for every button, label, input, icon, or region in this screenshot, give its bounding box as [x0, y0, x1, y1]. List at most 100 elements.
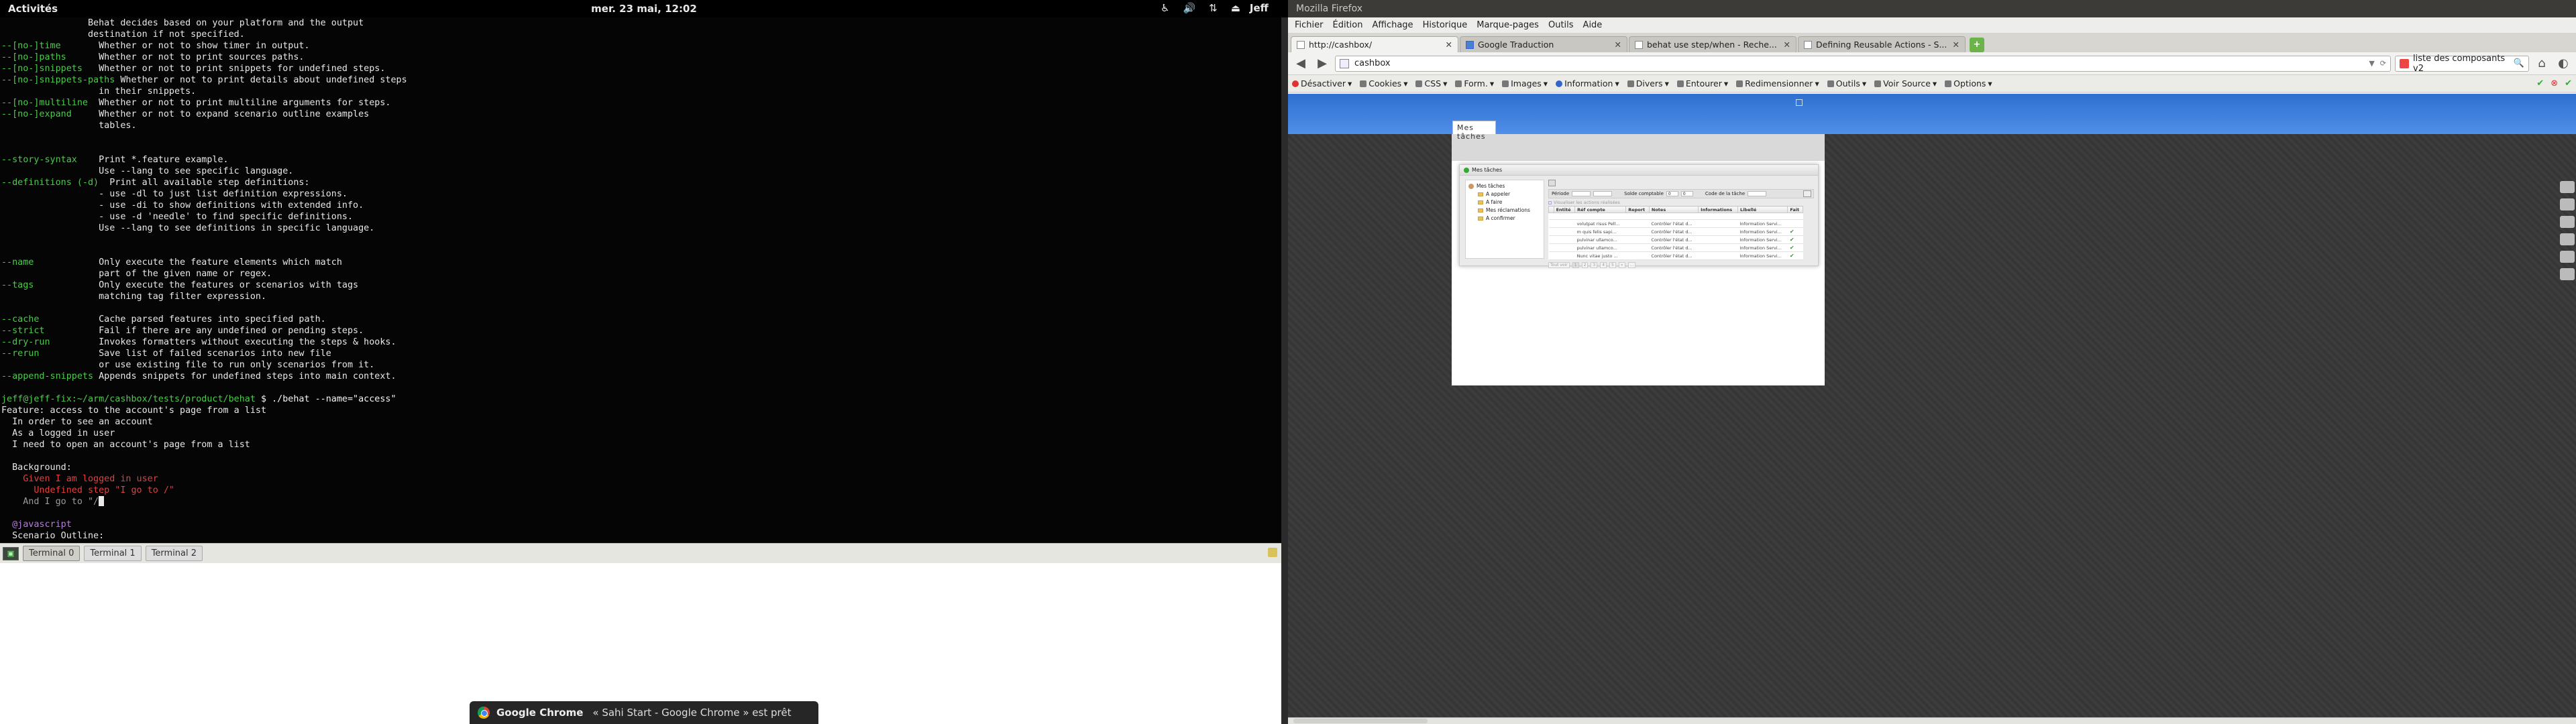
pager-item[interactable]: ...	[1627, 262, 1636, 268]
terminal-tab[interactable]: Terminal 1	[84, 546, 142, 561]
column-header[interactable]: Informations	[1698, 206, 1738, 213]
terminal-icon[interactable]: ▣	[3, 546, 19, 560]
tree-item[interactable]: A confirmer	[1468, 215, 1541, 221]
pager-item[interactable]: 5	[1609, 262, 1616, 268]
volume-icon[interactable]: 🔊	[1183, 2, 1195, 14]
menu-item[interactable]: Fichier	[1295, 20, 1324, 30]
close-icon[interactable]: ✕	[1953, 40, 1960, 50]
terminal-output[interactable]: Behat decides based on your platform and…	[0, 17, 1281, 543]
network-icon[interactable]: ⇅	[1209, 2, 1218, 14]
column-header[interactable]: Réf compte	[1574, 206, 1627, 213]
webdev-menu[interactable]: Cookies ▾	[1360, 78, 1407, 88]
dock-icon[interactable]	[2560, 181, 2575, 193]
pager-item[interactable]: Tout voir	[1548, 262, 1570, 268]
check-icon[interactable]: ✔	[2536, 78, 2544, 88]
webdev-menu[interactable]: Divers ▾	[1627, 78, 1669, 88]
pager-item[interactable]: 4	[1600, 262, 1607, 268]
webdev-menu[interactable]: Redimensionner ▾	[1736, 78, 1819, 88]
browser-tab[interactable]: Defining Reusable Actions - S... ✕	[1798, 36, 1966, 52]
tree-item[interactable]: Mes réclamations	[1468, 207, 1541, 213]
webdev-menu[interactable]: Form. ▾	[1455, 78, 1494, 88]
settings-icon[interactable]	[1796, 99, 1803, 106]
check-icon[interactable]: ✔	[2565, 78, 2572, 88]
table-row[interactable]: pulvinar ullamco... Contrôler l'état d...…	[1548, 235, 1803, 244]
forward-icon[interactable]: ▶	[1313, 56, 1331, 72]
close-icon[interactable]: ✕	[1784, 40, 1790, 50]
column-header[interactable]: Notes	[1648, 206, 1699, 213]
close-icon[interactable]: ✕	[1615, 40, 1621, 50]
menu-item[interactable]: Affichage	[1372, 20, 1413, 30]
solde-from-field[interactable]: 0	[1666, 191, 1678, 196]
menu-item[interactable]: Édition	[1333, 20, 1363, 30]
webdev-menu[interactable]: CSS ▾	[1415, 78, 1447, 88]
pager-item[interactable]: 3	[1591, 262, 1598, 268]
webdev-menu[interactable]: Options ▾	[1945, 78, 1992, 88]
table-row[interactable]: pulvinar ullamco... Contrôler l'état d...…	[1548, 243, 1803, 252]
collapse-icon[interactable]	[1548, 180, 1556, 186]
browser-tab[interactable]: http://cashbox/ ✕	[1291, 36, 1458, 52]
table-row[interactable]: Nunc vitae justo ... Contrôler l'état d..…	[1548, 251, 1803, 260]
periode-from-field[interactable]	[1572, 191, 1591, 196]
tree-root[interactable]: Mes tâches	[1468, 183, 1541, 189]
accessibility-icon[interactable]: ♿	[1161, 2, 1169, 14]
dock-icon[interactable]	[2560, 268, 2575, 280]
code-field[interactable]	[1748, 191, 1767, 196]
horizontal-scrollbar[interactable]	[1293, 719, 1428, 723]
addon-icon[interactable]: ◐	[2555, 56, 2572, 72]
error-icon[interactable]: ⊗	[2551, 78, 2558, 88]
reload-icon[interactable]: ⟳	[2380, 59, 2386, 68]
url-input[interactable]: cashbox	[1354, 58, 2363, 68]
usb-icon[interactable]: ⏏	[1231, 2, 1240, 14]
dock-icon[interactable]	[2560, 198, 2575, 210]
solde-to-field[interactable]: 0	[1680, 191, 1693, 196]
show-done-checkbox[interactable]	[1548, 200, 1552, 204]
browser-tab[interactable]: Google Traduction ✕	[1460, 36, 1627, 52]
column-header[interactable]	[1548, 206, 1554, 213]
webdev-menu[interactable]: Désactiver ▾	[1292, 78, 1352, 88]
page-tab[interactable]: Mes tâches	[1452, 121, 1496, 141]
webdev-menu[interactable]: Information ▾	[1556, 78, 1619, 88]
menu-item[interactable]: Historique	[1423, 20, 1468, 30]
menu-item[interactable]: Marque-pages	[1477, 20, 1539, 30]
pager-item[interactable]: 1	[1572, 262, 1579, 268]
notification-banner[interactable]: Google Chrome « Sahi Start - Google Chro…	[470, 701, 818, 724]
dock-icon[interactable]	[2560, 233, 2575, 245]
search-input[interactable]: liste des composants v2	[2413, 54, 2510, 74]
search-icon[interactable]: 🔍	[2514, 58, 2524, 68]
search-bar[interactable]: liste des composants v2 🔍	[2395, 54, 2529, 74]
close-icon[interactable]: ✕	[1446, 40, 1452, 50]
back-icon[interactable]: ◀	[1292, 56, 1309, 72]
terminal-tab[interactable]: Terminal 2	[145, 546, 203, 561]
dock-icon[interactable]	[2560, 251, 2575, 263]
browser-tab[interactable]: behat use step/when - Reche... ✕	[1629, 36, 1796, 52]
tree-item[interactable]: A faire	[1468, 199, 1541, 205]
webdev-menu[interactable]: Entourer ▾	[1676, 78, 1728, 88]
webdev-menu[interactable]: Images ▾	[1502, 78, 1548, 88]
home-icon[interactable]: ⌂	[2533, 56, 2551, 72]
webdev-menu[interactable]: Outils ▾	[1827, 78, 1866, 88]
table-row[interactable]: volutpat risus Pell... Contrôler l'état d…	[1548, 219, 1803, 228]
column-header[interactable]: Fait	[1787, 206, 1803, 213]
terminal-tab[interactable]: Terminal 0	[23, 546, 80, 561]
user-menu[interactable]: Jeff	[1250, 2, 1269, 14]
url-bar[interactable]: cashbox ▼ ⟳	[1335, 55, 2391, 72]
column-header[interactable]: Libellé	[1737, 206, 1788, 213]
webdev-menu[interactable]: Voir Source ▾	[1874, 78, 1937, 88]
site-identity-icon[interactable]	[1340, 58, 1349, 68]
show-done-row[interactable]: Visualiser les actions réalisées	[1548, 199, 1814, 206]
menu-item[interactable]: Outils	[1548, 20, 1574, 30]
new-tab-icon[interactable]: +	[1970, 38, 1984, 52]
tree-item[interactable]: A appeler	[1468, 191, 1541, 197]
clock[interactable]: mer. 23 mai, 12:02	[0, 3, 1288, 15]
dock-icon[interactable]	[2560, 216, 2575, 228]
search-engine-icon[interactable]	[2400, 58, 2409, 68]
periode-to-field[interactable]	[1593, 191, 1613, 196]
table-row[interactable]: m quis felis sapi... Contrôler l'état d..…	[1548, 227, 1803, 236]
column-header[interactable]: Report	[1625, 206, 1650, 213]
column-header[interactable]: Entité	[1553, 206, 1576, 213]
menu-item[interactable]: Aide	[1583, 20, 1603, 30]
search-icon[interactable]	[1803, 190, 1811, 197]
url-dropdown-icon[interactable]: ▼	[2369, 59, 2374, 68]
pager-item[interactable]: 2	[1581, 262, 1589, 268]
pager-item[interactable]: »	[1618, 262, 1625, 268]
